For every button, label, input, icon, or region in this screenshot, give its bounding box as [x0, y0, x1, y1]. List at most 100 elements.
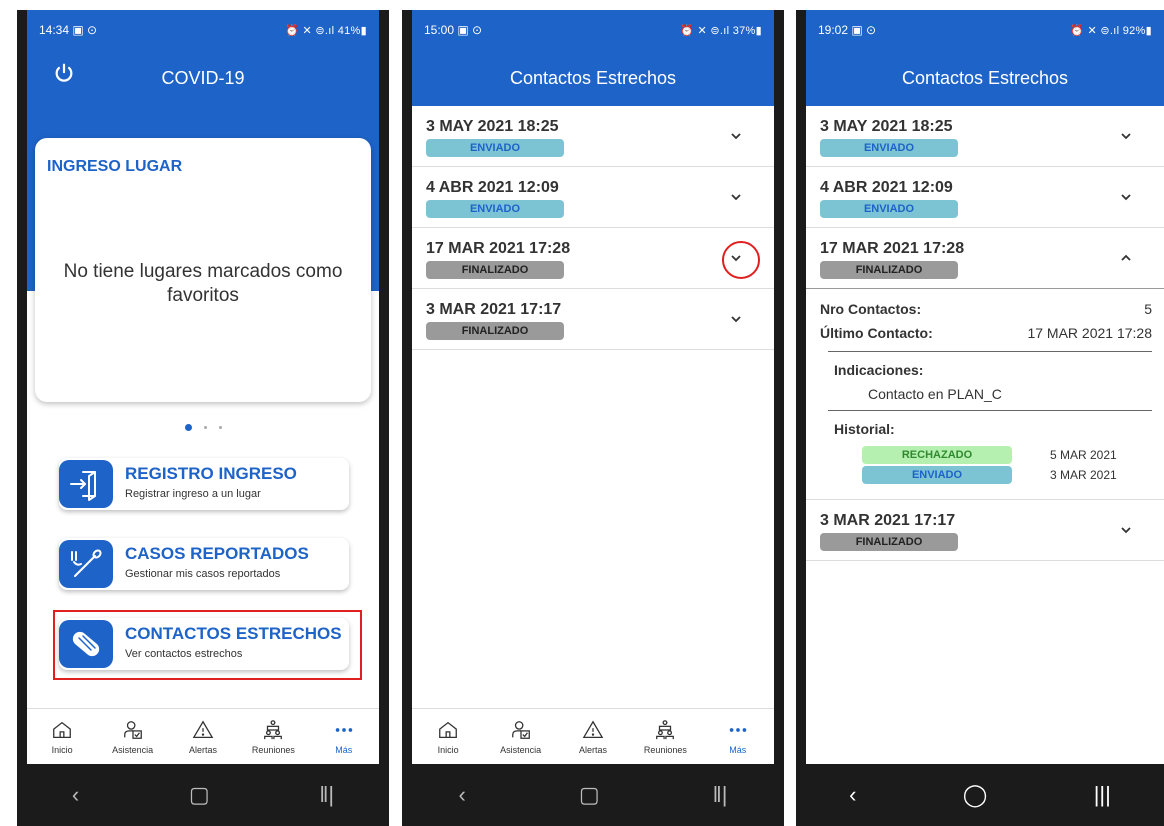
nav-reuniones[interactable]: Reuniones — [635, 719, 695, 755]
item-date: 4 ABR 2021 12:09 — [426, 179, 559, 196]
favorites-card[interactable]: INGRESO LUGAR No tiene lugares marcados … — [35, 138, 371, 402]
chevron-down-icon[interactable] — [726, 126, 746, 146]
contact-list-item[interactable]: 4 ABR 2021 12:09 ENVIADO — [806, 167, 1164, 228]
nav-mas[interactable]: Más — [314, 719, 374, 755]
chevron-down-icon[interactable] — [1116, 126, 1136, 146]
recents-icon[interactable]: ‖| — [319, 782, 334, 808]
home-button-icon[interactable]: ▢ — [189, 782, 210, 808]
phone-screen-list: 15:00 ▣ ⊙ ⏰ ✕ ⊜.ıl 37%▮ Contactos Estrec… — [402, 10, 784, 826]
nro-contactos-row: Nro Contactos: 5 — [806, 297, 1164, 321]
contact-list-item[interactable]: 17 MAR 2021 17:28 FINALIZADO — [412, 228, 774, 289]
status-indicators: ⏰ ✕ ⊜.ıl 37%▮ — [680, 24, 762, 37]
item-date: 4 ABR 2021 12:09 — [820, 179, 953, 196]
back-icon[interactable]: ‹ — [849, 782, 856, 808]
recents-icon[interactable]: ||| — [1094, 782, 1111, 808]
item-date: 3 MAR 2021 17:17 — [820, 512, 956, 529]
contact-list-item-expanded[interactable]: 17 MAR 2021 17:28 FINALIZADO — [806, 228, 1164, 289]
home-button-icon[interactable]: ◯ — [963, 782, 988, 808]
ultimo-contacto-row: Último Contacto: 17 MAR 2021 17:28 — [806, 321, 1164, 345]
bottom-nav: Inicio Asistencia Alertas Reuniones Más — [412, 708, 774, 764]
status-badge: ENVIADO — [426, 200, 564, 218]
carousel-dot-active[interactable] — [184, 424, 192, 431]
highlight-circle-annotation — [722, 241, 760, 279]
status-time: 15:00 ▣ ⊙ — [424, 23, 483, 37]
home-button-icon[interactable]: ▢ — [579, 782, 600, 808]
contact-list-item[interactable]: 3 MAY 2021 18:25 ENVIADO — [412, 106, 774, 167]
meeting-icon — [264, 719, 283, 739]
contact-list-item[interactable]: 3 MAR 2021 17:17 FINALIZADO — [412, 289, 774, 350]
more-icon — [729, 727, 746, 732]
door-enter-icon — [59, 460, 113, 508]
system-nav: ‹ ▢ ‖| — [17, 764, 389, 826]
indicaciones-value: Contacto en PLAN_C — [868, 386, 1002, 402]
bottom-nav: Inicio Asistencia Alertas Reuniones Más — [27, 708, 379, 764]
home-icon — [439, 721, 458, 738]
chevron-down-icon[interactable] — [1116, 187, 1136, 207]
carousel-dot[interactable] — [203, 426, 207, 429]
nav-reuniones[interactable]: Reuniones — [243, 719, 303, 755]
status-badge: FINALIZADO — [820, 261, 958, 279]
chevron-up-icon[interactable] — [1116, 248, 1136, 268]
nav-alertas[interactable]: Alertas — [563, 719, 623, 755]
status-badge: ENVIADO — [426, 139, 564, 157]
contact-list-item[interactable]: 3 MAR 2021 17:17 FINALIZADO — [806, 500, 1164, 561]
carousel-dot[interactable] — [218, 426, 222, 429]
chevron-down-icon[interactable] — [726, 187, 746, 207]
ultimo-contacto-label: Último Contacto: — [820, 325, 933, 341]
power-icon[interactable] — [53, 62, 75, 84]
status-badge: FINALIZADO — [426, 261, 564, 279]
person-check-icon — [511, 720, 530, 739]
nav-label: Inicio — [437, 744, 459, 755]
nav-label: Más — [729, 744, 747, 755]
page-title: Contactos Estrechos — [509, 67, 677, 88]
status-badge: FINALIZADO — [426, 322, 564, 340]
carousel-indicator[interactable] — [27, 424, 379, 431]
recents-icon[interactable]: ‖| — [713, 782, 728, 808]
status-badge: ENVIADO — [820, 200, 958, 218]
nav-asistencia[interactable]: Asistencia — [491, 719, 551, 755]
contact-detail-expanded[interactable]: 17 MAR 2021 17:28 FINALIZADO Nro Contact… — [806, 228, 1164, 500]
item-date: 3 MAY 2021 18:25 — [426, 118, 559, 135]
menu-title: REGISTRO INGRESO — [125, 464, 297, 483]
screen-content: 15:00 ▣ ⊙ ⏰ ✕ ⊜.ıl 37%▮ Contactos Estrec… — [412, 10, 774, 764]
ultimo-contacto-value: 17 MAR 2021 17:28 — [1027, 325, 1152, 341]
chevron-down-icon[interactable] — [1116, 520, 1136, 540]
nav-alertas[interactable]: Alertas — [173, 719, 233, 755]
card-title: INGRESO LUGAR — [47, 158, 183, 175]
status-badge: ENVIADO — [820, 139, 958, 157]
meeting-icon — [656, 719, 675, 739]
app-bar: Contactos Estrechos — [806, 50, 1164, 106]
item-date: 17 MAR 2021 17:28 — [820, 240, 965, 257]
registro-ingreso-button[interactable]: REGISTRO INGRESO Registrar ingreso a un … — [59, 458, 349, 510]
nav-label: Alertas — [578, 744, 607, 755]
chevron-down-icon[interactable] — [726, 309, 746, 329]
nav-asistencia[interactable]: Asistencia — [103, 719, 163, 755]
status-bar: 14:34 ▣ ⊙ ⏰ ✕ ⊜.ıl 41%▮ — [27, 10, 379, 50]
app-bar: Contactos Estrechos — [412, 50, 774, 106]
warning-icon — [582, 719, 604, 738]
status-badge: ENVIADO — [862, 466, 1012, 484]
nro-contactos-label: Nro Contactos: — [820, 301, 922, 317]
nav-mas[interactable]: Más — [708, 719, 768, 755]
back-icon[interactable]: ‹ — [459, 782, 466, 808]
more-icon — [335, 727, 352, 732]
casos-reportados-button[interactable]: CASOS REPORTADOS Gestionar mis casos rep… — [59, 538, 349, 590]
nav-label: Inicio — [51, 744, 73, 755]
status-indicators: ⏰ ✕ ⊜.ıl 41%▮ — [285, 24, 367, 37]
nav-inicio[interactable]: Inicio — [32, 719, 92, 755]
item-date: 17 MAR 2021 17:28 — [426, 240, 571, 257]
status-bar: 15:00 ▣ ⊙ ⏰ ✕ ⊜.ıl 37%▮ — [412, 10, 774, 50]
page-title: Contactos Estrechos — [901, 67, 1069, 88]
contact-list-item[interactable]: 4 ABR 2021 12:09 ENVIADO — [412, 167, 774, 228]
historial-entry: ENVIADO 3 MAR 2021 — [862, 465, 1164, 485]
screen-content: 14:34 ▣ ⊙ ⏰ ✕ ⊜.ıl 41%▮ COVID-19 INGRESO… — [27, 10, 379, 764]
back-icon[interactable]: ‹ — [72, 782, 79, 808]
contact-list-item[interactable]: 3 MAY 2021 18:25 ENVIADO — [806, 106, 1164, 167]
nav-inicio[interactable]: Inicio — [418, 719, 478, 755]
status-badge: RECHAZADO — [862, 446, 1012, 464]
person-check-icon — [123, 720, 142, 739]
nav-label: Reuniones — [251, 744, 295, 755]
system-nav: ‹ ◯ ||| — [796, 764, 1164, 826]
nav-label: Alertas — [188, 744, 217, 755]
screen-content: 19:02 ▣ ⊙ ⏰ ✕ ⊜.ıl 92%▮ Contactos Estrec… — [806, 10, 1164, 764]
